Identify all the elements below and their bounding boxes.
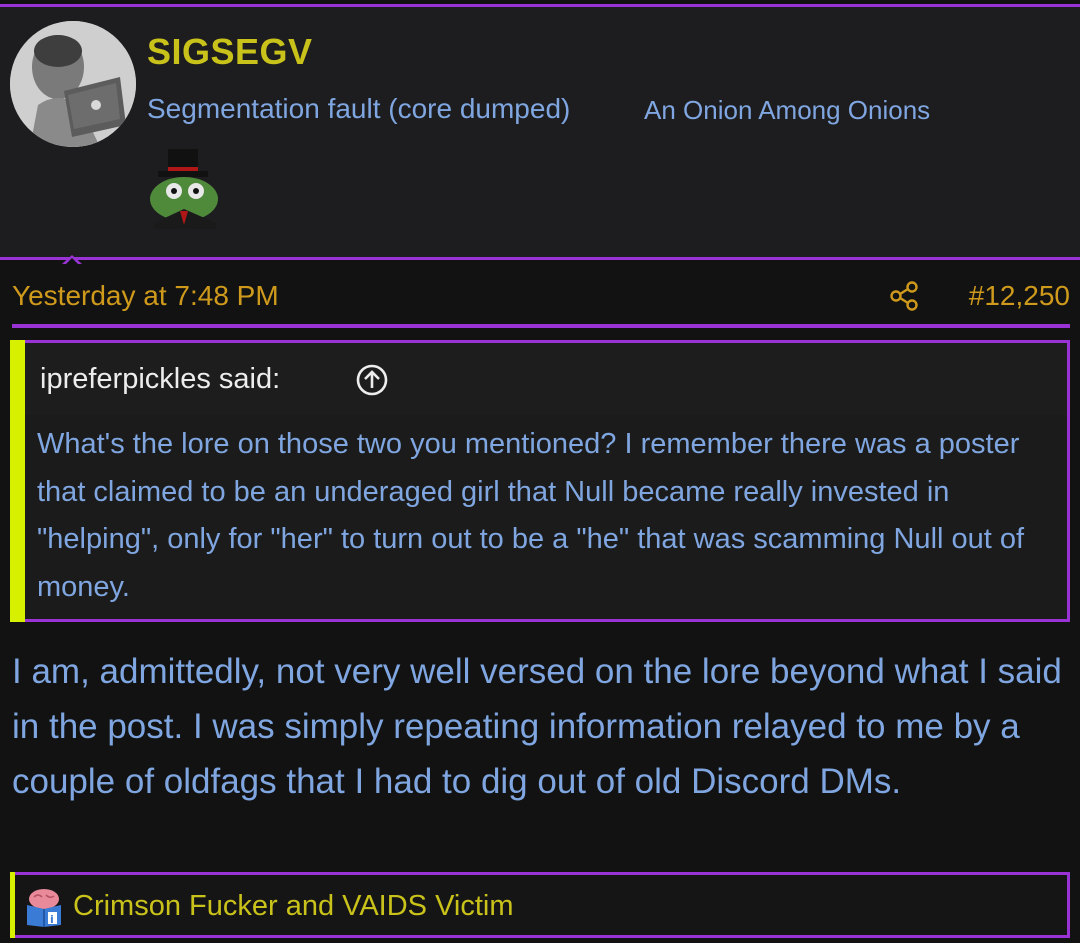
share-icon[interactable]	[888, 280, 920, 312]
jump-to-quote-icon[interactable]	[355, 363, 389, 397]
post-number[interactable]: #12,250	[969, 280, 1070, 312]
post-body: I am, admittedly, not very well versed o…	[12, 652, 1062, 801]
header-pointer	[62, 255, 82, 265]
signature-accent-bar	[10, 872, 15, 938]
avatar[interactable]	[10, 21, 136, 147]
signature-text: Crimson Fucker and VAIDS Victim	[73, 890, 514, 922]
post-meta: Yesterday at 7:48 PM #12,250	[12, 276, 1070, 328]
quote-accent-bar	[10, 340, 25, 622]
frog-top-hat-badge-icon	[144, 147, 226, 229]
username[interactable]: SIGSEGV	[147, 31, 313, 73]
user-banner: An Onion Among Onions	[644, 95, 931, 125]
post-page: SIGSEGV Segmentation fault (core dumped)…	[0, 0, 1080, 943]
quote-header: ipreferpickles said:	[25, 343, 1067, 415]
post-date[interactable]: Yesterday at 7:48 PM	[12, 280, 279, 312]
signature: i Crimson Fucker and VAIDS Victim	[10, 872, 1070, 938]
quote-body: What's the lore on those two you mention…	[37, 428, 1025, 603]
avatar-image	[10, 21, 136, 147]
user-title: Segmentation fault (core dumped)	[147, 93, 571, 124]
user-header: SIGSEGV Segmentation fault (core dumped)…	[0, 4, 1080, 265]
svg-text:i: i	[50, 913, 54, 926]
quote-author[interactable]: ipreferpickles said:	[40, 363, 280, 396]
brain-book-icon: i	[24, 887, 64, 927]
quote-block: ipreferpickles said: What's the lore on …	[10, 340, 1070, 622]
